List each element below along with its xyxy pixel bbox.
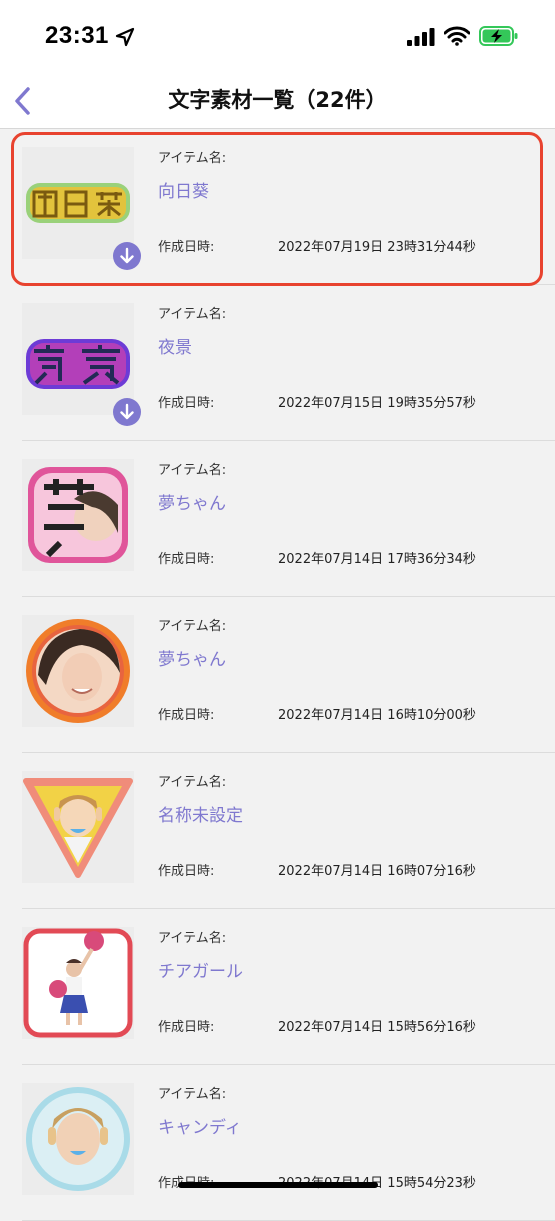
wifi-icon: [443, 26, 471, 46]
item-name: チアガール: [158, 962, 243, 982]
battery-charging-icon: [479, 25, 519, 47]
list-item[interactable]: アイテム名: 名称未設定 作成日時: 2022年07月14日 16時07分16秒: [0, 753, 555, 909]
list-item[interactable]: アイテム名: チアガール 作成日時: 2022年07月14日 15時56分16秒: [0, 909, 555, 1065]
home-indicator[interactable]: [178, 1182, 378, 1188]
created-at-label: 作成日時:: [158, 240, 215, 255]
item-name-label: アイテム名:: [158, 931, 227, 946]
status-bar: 23:31: [0, 0, 555, 75]
item-name: 夜景: [158, 338, 192, 358]
item-name-label: アイテム名:: [158, 463, 227, 478]
created-at-label: 作成日時:: [158, 396, 215, 411]
created-at-value: 2022年07月14日 16時10分00秒: [278, 708, 476, 723]
status-time: 23:31: [45, 22, 109, 49]
item-name: 夢ちゃん: [158, 494, 226, 514]
item-name-label: アイテム名:: [158, 1087, 227, 1102]
download-icon[interactable]: [113, 398, 141, 426]
created-at-value: 2022年07月19日 23時31分44秒: [278, 240, 476, 255]
created-at-label: 作成日時:: [158, 708, 215, 723]
created-at-value: 2022年07月14日 15時56分16秒: [278, 1020, 476, 1035]
item-name: 名称未設定: [158, 806, 243, 826]
page-title: 文字素材一覧（22件）: [168, 88, 387, 112]
triangle-portrait-sticker-thumbnail: [22, 771, 134, 883]
list-item[interactable]: アイテム名: 夢ちゃん 作成日時: 2022年07月14日 17時36分34秒: [0, 441, 555, 597]
candy-circle-sticker-thumbnail: [22, 1083, 134, 1195]
item-name-label: アイテム名:: [158, 775, 227, 790]
list-item[interactable]: アイテム名: 夜景 作成日時: 2022年07月15日 19時35分57秒: [0, 285, 555, 441]
item-name: 夢ちゃん: [158, 650, 226, 670]
circle-portrait-sticker-thumbnail: [22, 615, 134, 727]
nav-bar: 文字素材一覧（22件）: [0, 75, 555, 129]
created-at-label: 作成日時:: [158, 1020, 215, 1035]
text-material-list: アイテム名: 向日葵 作成日時: 2022年07月19日 23時31分44秒 ア…: [0, 129, 555, 1221]
created-at-label: 作成日時:: [158, 552, 215, 567]
item-name: キャンディ: [158, 1118, 242, 1138]
item-name: 向日葵: [158, 182, 209, 202]
download-icon[interactable]: [113, 242, 141, 270]
cheerleader-sticker-thumbnail: [22, 927, 134, 1039]
item-name-label: アイテム名:: [158, 151, 227, 166]
created-at-value: 2022年07月15日 19時35分57秒: [278, 396, 476, 411]
created-at-label: 作成日時:: [158, 864, 215, 879]
pink-text-photo-sticker-thumbnail: [22, 459, 134, 571]
cellular-signal-icon: [406, 27, 436, 47]
list-item[interactable]: アイテム名: 夢ちゃん 作成日時: 2022年07月14日 16時10分00秒: [0, 597, 555, 753]
created-at-value: 2022年07月14日 17時36分34秒: [278, 552, 476, 567]
location-arrow-icon: [115, 27, 135, 47]
item-name-label: アイテム名:: [158, 619, 227, 634]
list-item[interactable]: アイテム名: 向日葵 作成日時: 2022年07月19日 23時31分44秒: [0, 129, 555, 285]
created-at-value: 2022年07月14日 16時07分16秒: [278, 864, 476, 879]
item-name-label: アイテム名:: [158, 307, 227, 322]
list-item[interactable]: アイテム名: キャンディ 作成日時: 2022年07月14日 15時54分23秒: [0, 1065, 555, 1221]
